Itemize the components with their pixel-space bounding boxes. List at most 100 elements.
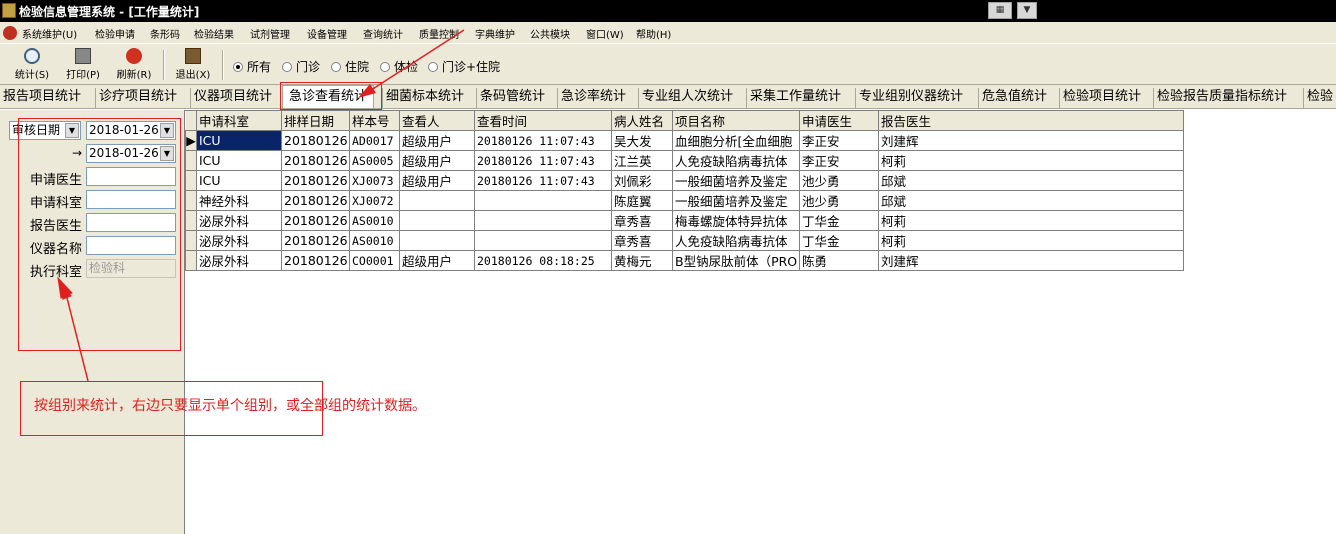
tab-critical-value[interactable]: 危急值统计 xyxy=(978,88,1047,108)
table-cell[interactable]: AS0010 xyxy=(349,230,400,251)
menu-result[interactable]: 检验结果 xyxy=(194,26,234,41)
table-row[interactable]: ▶ ICU 20180126 AD0017 超级用户 20180126 11:0… xyxy=(185,130,1184,151)
table-cell[interactable]: 黄梅元 xyxy=(611,250,673,271)
table-cell[interactable] xyxy=(399,210,475,231)
table-row[interactable]: 神经外科 20180126 XJ0072 陈庭翼 一般细菌培养及鉴定 池少勇 邱… xyxy=(185,190,1184,211)
table-cell[interactable] xyxy=(474,210,612,231)
table-cell[interactable]: 20180126 xyxy=(281,230,350,251)
table-cell[interactable] xyxy=(474,230,612,251)
radio-all[interactable]: 所有 xyxy=(233,58,271,74)
table-cell[interactable]: AD0017 xyxy=(349,130,400,151)
table-cell[interactable]: XJ0072 xyxy=(349,190,400,211)
table-cell[interactable]: 20180126 xyxy=(281,190,350,211)
table-cell[interactable]: 章秀喜 xyxy=(611,230,673,251)
tab-collection-workload[interactable]: 采集工作量统计 xyxy=(746,88,841,108)
table-cell[interactable]: 江兰英 xyxy=(611,150,673,171)
table-cell[interactable]: 20180126 xyxy=(281,130,350,151)
tab-report-item[interactable]: 报告项目统计 xyxy=(0,88,81,108)
table-cell[interactable]: 超级用户 xyxy=(399,150,475,171)
table-cell[interactable]: 泌尿外科 xyxy=(196,230,282,251)
menu-device[interactable]: 设备管理 xyxy=(307,26,347,41)
table-cell[interactable]: 超级用户 xyxy=(399,170,475,191)
table-cell[interactable]: 超级用户 xyxy=(399,130,475,151)
table-cell[interactable]: 李正安 xyxy=(799,130,879,151)
table-cell[interactable]: 刘建辉 xyxy=(878,130,1184,151)
tab-report-quality[interactable]: 检验报告质量指标统计 xyxy=(1153,88,1287,108)
table-cell[interactable]: 丁华金 xyxy=(799,210,879,231)
menu-barcode[interactable]: 条形码 xyxy=(150,26,180,41)
table-cell[interactable]: 李正安 xyxy=(799,150,879,171)
menu-dict[interactable]: 字典维护 xyxy=(475,26,515,41)
column-header[interactable]: 项目名称 xyxy=(672,110,800,131)
menu-reagent[interactable]: 试剂管理 xyxy=(250,26,290,41)
table-cell[interactable]: 泌尿外科 xyxy=(196,210,282,231)
table-cell[interactable]: 20180126 xyxy=(281,150,350,171)
column-header[interactable]: 排样日期 xyxy=(281,110,350,131)
table-cell[interactable]: ICU xyxy=(196,170,282,191)
radio-outpatient[interactable]: 门诊 xyxy=(282,58,320,74)
table-cell[interactable]: 20180126 xyxy=(281,170,350,191)
table-cell[interactable]: ICU xyxy=(196,150,282,171)
column-header[interactable]: 报告医生 xyxy=(878,110,1184,131)
table-cell[interactable]: 梅毒螺旋体特异抗体 xyxy=(672,210,800,231)
tab-barcode-tube[interactable]: 条码管统计 xyxy=(476,88,545,108)
table-cell[interactable]: 20180126 11:07:43 xyxy=(474,170,612,191)
table-cell[interactable]: 柯莉 xyxy=(878,210,1184,231)
table-cell[interactable]: 刘佩彩 xyxy=(611,170,673,191)
exit-button[interactable]: 退出(X) xyxy=(171,48,215,82)
refresh-button[interactable]: 刷新(R) xyxy=(112,48,156,82)
table-cell[interactable]: 陈庭翼 xyxy=(611,190,673,211)
menu-common[interactable]: 公共模块 xyxy=(530,26,570,41)
print-button[interactable]: 打印(P) xyxy=(61,48,105,82)
chevron-down-icon[interactable]: ▼ xyxy=(1017,2,1037,19)
table-cell[interactable]: 邱斌 xyxy=(878,170,1184,191)
table-cell[interactable]: 池少勇 xyxy=(799,190,879,211)
table-cell[interactable]: ICU xyxy=(196,130,282,151)
table-cell[interactable] xyxy=(399,190,475,211)
tab-test-item[interactable]: 检验项目统计 xyxy=(1059,88,1141,108)
table-cell[interactable]: 章秀喜 xyxy=(611,210,673,231)
table-cell[interactable]: CO0001 xyxy=(349,250,400,271)
table-cell[interactable]: 血细胞分析[全血细胞 xyxy=(672,130,800,151)
table-cell[interactable]: 刘建辉 xyxy=(878,250,1184,271)
table-row[interactable]: 泌尿外科 20180126 AS0010 章秀喜 梅毒螺旋体特异抗体 丁华金 柯… xyxy=(185,210,1184,231)
column-header[interactable]: 样本号 xyxy=(349,110,400,131)
table-cell[interactable]: 柯莉 xyxy=(878,150,1184,171)
table-row[interactable]: 泌尿外科 20180126 CO0001 超级用户 20180126 08:18… xyxy=(185,250,1184,271)
grid-icon[interactable]: ▦ xyxy=(988,2,1012,19)
column-header[interactable]: 病人姓名 xyxy=(611,110,673,131)
table-cell[interactable]: 池少勇 xyxy=(799,170,879,191)
table-row[interactable]: 泌尿外科 20180126 AS0010 章秀喜 人免疫缺陷病毒抗体 丁华金 柯… xyxy=(185,230,1184,251)
menu-query[interactable]: 查询统计 xyxy=(363,26,403,41)
table-cell[interactable]: 神经外科 xyxy=(196,190,282,211)
column-header[interactable]: 查看人 xyxy=(399,110,475,131)
table-cell[interactable]: 20180126 08:18:25 xyxy=(474,250,612,271)
tab-bacteria-specimen[interactable]: 细菌标本统计 xyxy=(382,88,464,108)
table-cell[interactable]: 陈勇 xyxy=(799,250,879,271)
table-cell[interactable]: 人免疫缺陷病毒抗体 xyxy=(672,150,800,171)
tab-group-visits[interactable]: 专业组人次统计 xyxy=(638,88,733,108)
table-cell[interactable]: 一般细菌培养及鉴定 xyxy=(672,190,800,211)
table-cell[interactable]: AS0010 xyxy=(349,210,400,231)
table-cell[interactable]: 20180126 xyxy=(281,210,350,231)
menu-help[interactable]: 帮助(H) xyxy=(636,26,671,41)
table-cell[interactable]: 丁华金 xyxy=(799,230,879,251)
tab-emergency-rate[interactable]: 急诊率统计 xyxy=(557,88,626,108)
table-cell[interactable]: 超级用户 xyxy=(399,250,475,271)
radio-inpatient[interactable]: 住院 xyxy=(331,58,369,74)
radio-checkup[interactable]: 体检 xyxy=(380,58,418,74)
column-header[interactable]: 申请科室 xyxy=(196,110,282,131)
table-cell[interactable]: 泌尿外科 xyxy=(196,250,282,271)
table-cell[interactable] xyxy=(474,190,612,211)
menu-request[interactable]: 检验申请 xyxy=(95,26,135,41)
tab-instrument-item[interactable]: 仪器项目统计 xyxy=(190,88,272,108)
tab-treatment-item[interactable]: 诊疗项目统计 xyxy=(95,88,177,108)
table-row[interactable]: ICU 20180126 XJ0073 超级用户 20180126 11:07:… xyxy=(185,170,1184,191)
table-cell[interactable]: 邱斌 xyxy=(878,190,1184,211)
table-cell[interactable] xyxy=(399,230,475,251)
radio-out-in[interactable]: 门诊+住院 xyxy=(428,58,500,74)
tab-more[interactable]: 检验 xyxy=(1303,88,1333,108)
table-cell[interactable]: 20180126 11:07:43 xyxy=(474,150,612,171)
stats-button[interactable]: 统计(S) xyxy=(10,48,54,82)
menu-system[interactable]: 系统维护(U) xyxy=(22,26,77,41)
